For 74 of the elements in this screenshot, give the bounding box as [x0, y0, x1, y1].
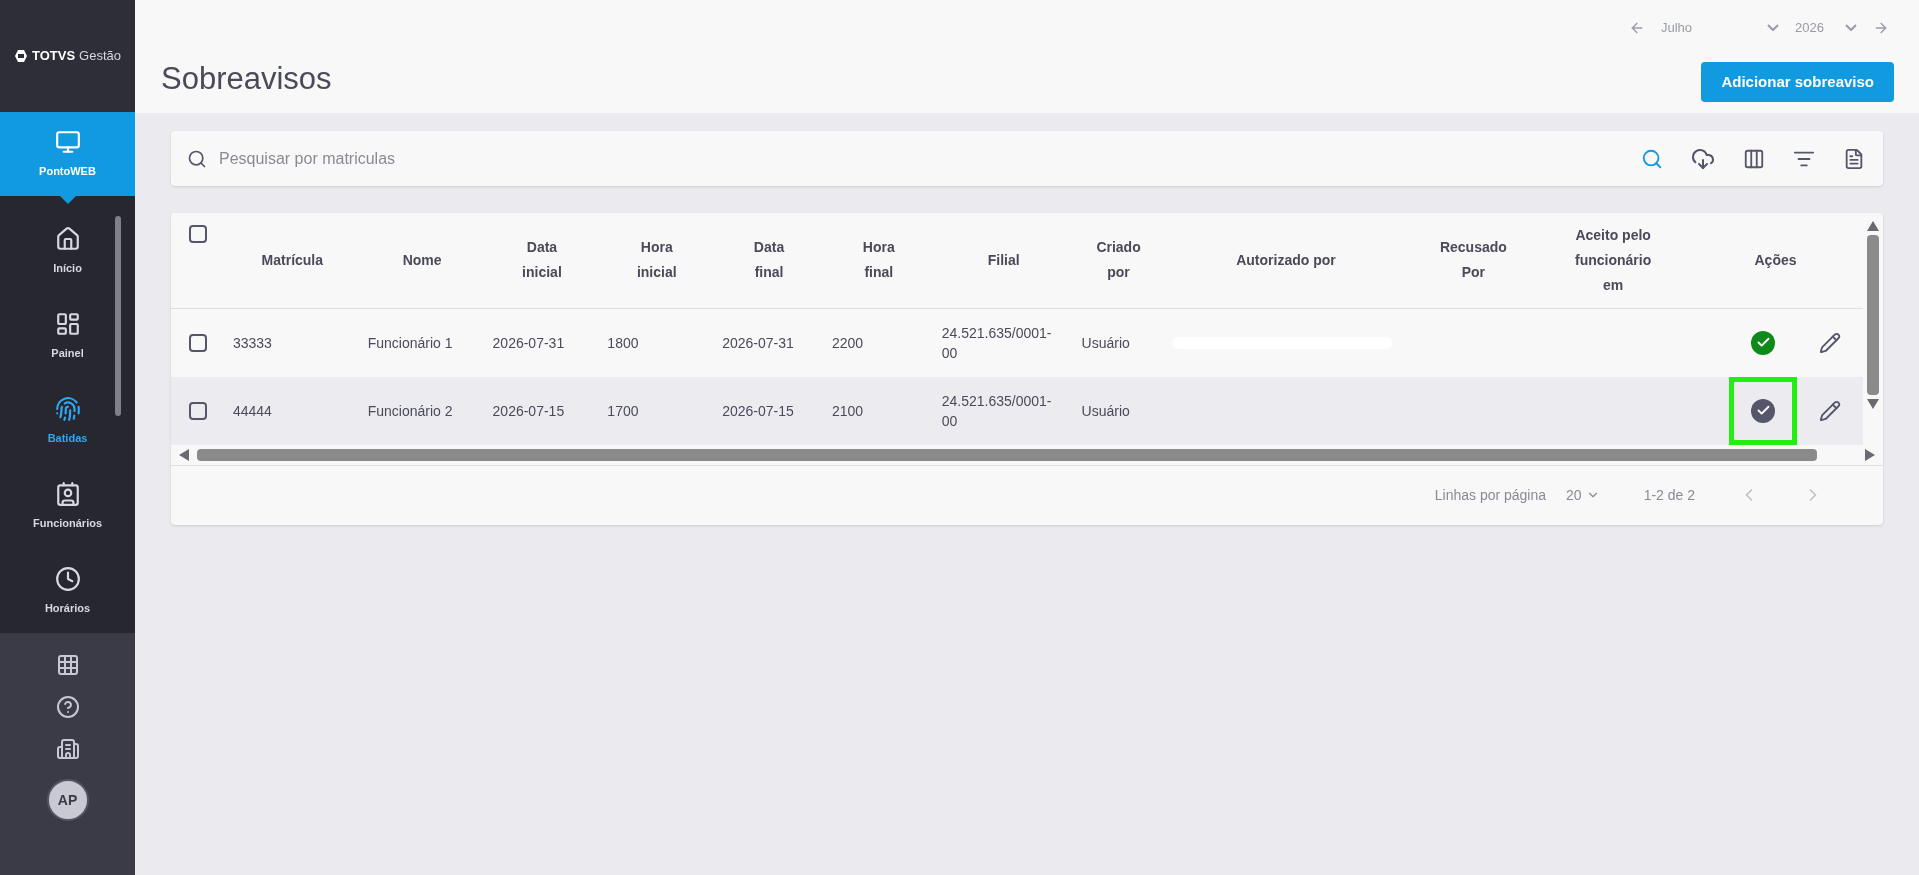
column-header: Filial	[987, 250, 1020, 270]
rows-per-page-select[interactable]: 20	[1566, 484, 1600, 506]
table-cell: 2026-07-31	[722, 334, 794, 351]
nav-item[interactable]: Batidas	[0, 378, 135, 464]
search-icon	[187, 148, 207, 169]
checkbox[interactable]	[189, 401, 207, 420]
id-badge-icon	[54, 480, 81, 507]
clock-icon	[54, 565, 81, 592]
table-cell: 2026-07-15	[722, 402, 794, 419]
table-cell-text: 24.521.635/0001-00	[941, 323, 1053, 363]
page-title: Sobreavisos	[161, 59, 332, 98]
building-icon[interactable]	[55, 737, 80, 762]
chevron-down-icon	[1845, 24, 1857, 32]
column-header: Hora inicial	[635, 238, 678, 283]
search-field[interactable]: Pesquisar por matriculas	[171, 131, 1883, 186]
checkbox[interactable]	[189, 333, 207, 352]
scrollbar-thumb[interactable]	[1867, 235, 1879, 395]
column-header: Nome	[402, 250, 442, 270]
checkbox[interactable]	[189, 225, 207, 243]
table-cell: 2100	[831, 402, 864, 419]
column-header: Ações	[1754, 250, 1797, 270]
edit-icon[interactable]	[1819, 399, 1841, 422]
logo-icon	[14, 49, 28, 64]
table-cell: 2026-07-31	[492, 334, 565, 351]
module-tab[interactable]: PontoWEB	[0, 112, 135, 197]
nav-item[interactable]: Painel	[0, 293, 135, 379]
columns-icon[interactable]	[1743, 147, 1765, 170]
scrollbar-thumb[interactable]	[197, 448, 1817, 461]
column-header: Recusado Por	[1438, 238, 1508, 283]
search-button-icon[interactable]	[1641, 147, 1663, 170]
table-cell: 1700	[607, 402, 639, 419]
column-header: Aceito pelo funcionário em	[1574, 225, 1653, 295]
column-header: Matrícula	[261, 250, 324, 270]
nav-item[interactable]: Horários	[0, 548, 135, 634]
cloud-download-icon[interactable]	[1691, 146, 1715, 171]
table-cell-text: 24.521.635/0001-00	[941, 391, 1053, 431]
table-cell: Usuário	[1081, 334, 1130, 351]
scroll-arrow-icon[interactable]	[1867, 221, 1879, 231]
column-header: Data inicial	[521, 238, 563, 283]
fingerprint-icon	[54, 395, 81, 422]
table-cell: 1800	[607, 334, 639, 351]
nav-item[interactable]: Funcionários	[0, 463, 135, 549]
table-cell: Usuário	[1081, 402, 1130, 419]
apps-grid-icon[interactable]	[55, 653, 80, 678]
column-header: Autorizado por	[1236, 250, 1336, 270]
home-icon	[54, 225, 81, 252]
monitor-icon	[54, 129, 81, 156]
dashboard-icon	[54, 310, 81, 337]
table-cell: 2200	[831, 334, 864, 351]
edit-icon[interactable]	[1819, 331, 1841, 354]
document-icon[interactable]	[1843, 147, 1865, 170]
page-range: 1-2 de 2	[1643, 485, 1695, 505]
table-cell: Funcionário 1	[367, 334, 453, 351]
search-input[interactable]: Pesquisar por matriculas	[219, 146, 1629, 171]
column-header: Data final	[752, 238, 786, 283]
table-cell: 44444	[232, 402, 272, 419]
help-icon[interactable]	[55, 695, 80, 720]
scroll-arrow-icon[interactable]	[1867, 399, 1879, 409]
avatar[interactable]: AP	[46, 779, 89, 822]
scroll-arrow-icon[interactable]	[1865, 448, 1875, 461]
rows-per-page-label: Linhas por página	[1434, 485, 1547, 505]
approval-action[interactable]	[1729, 376, 1797, 445]
pointer-icon	[60, 196, 76, 205]
table-cell: 33333	[232, 334, 272, 351]
brand-name: TOTVS	[32, 47, 76, 66]
scroll-arrow-icon[interactable]	[179, 448, 189, 461]
add-button[interactable]: Adicionar sobreaviso	[1701, 62, 1894, 102]
table-cell: 2026-07-15	[492, 402, 565, 419]
nav-item[interactable]: Início	[0, 208, 135, 294]
table-cell: Funcionário 2	[367, 402, 453, 419]
chevron-down-icon	[1767, 24, 1779, 32]
column-header: Criado por	[1095, 238, 1142, 283]
column-header: Hora final	[861, 238, 896, 283]
product-name: Gestão	[79, 47, 121, 66]
